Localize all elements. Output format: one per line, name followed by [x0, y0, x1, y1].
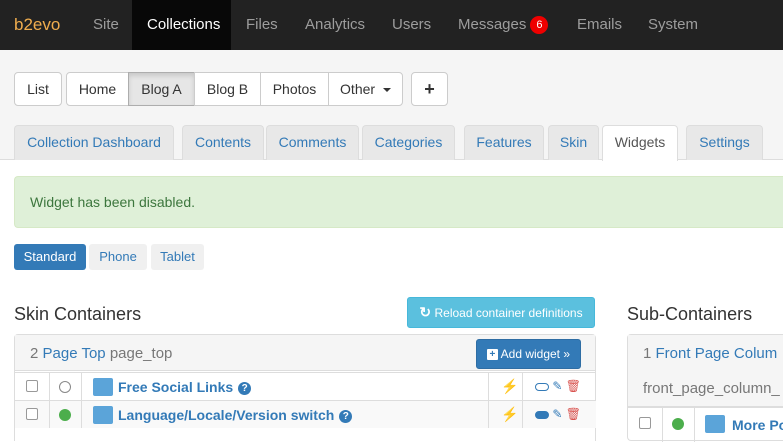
tab-skin[interactable]: Skin	[548, 125, 599, 160]
unread-messages-badge: 6	[530, 16, 549, 35]
widget-select-checkbox[interactable]	[26, 408, 38, 420]
nav-emails[interactable]: Emails	[562, 0, 637, 50]
widget-name-label: Free Social Links	[118, 379, 234, 395]
sub-container-code: front_page_column_	[643, 380, 780, 397]
toggle-on-icon[interactable]	[535, 410, 549, 419]
reload-container-definitions-button[interactable]: ↻ Reload container definitions	[407, 297, 595, 328]
widget-enabled-indicator	[59, 409, 71, 421]
tab-settings[interactable]: Settings	[686, 125, 763, 160]
mode-standard[interactable]: Standard	[14, 244, 86, 270]
add-widget-label: Add widget »	[500, 347, 571, 361]
collection-blog-a-button[interactable]: Blog A	[128, 72, 195, 106]
widget-enabled-indicator	[672, 418, 684, 430]
reload-label: Reload container definitions	[434, 306, 583, 320]
language-icon	[93, 406, 113, 424]
list-collections-button[interactable]: List	[14, 72, 62, 106]
sub-container-count: 1	[643, 345, 652, 362]
cache-bolt-icon[interactable]: ⚡	[501, 406, 518, 423]
nav-messages-label: Messages	[458, 16, 527, 33]
edit-icon[interactable]: ✎	[552, 407, 562, 421]
widget-name[interactable]: More Po	[732, 417, 783, 433]
help-icon[interactable]: ?	[238, 381, 252, 395]
collection-blog-b-button[interactable]: Blog B	[194, 72, 261, 106]
collection-home-button[interactable]: Home	[66, 72, 129, 106]
widget-select-checkbox[interactable]	[26, 380, 38, 392]
toggle-off-icon[interactable]	[535, 382, 549, 391]
edit-icon[interactable]: ✎	[552, 379, 562, 393]
nav-collections[interactable]: Collections	[132, 0, 231, 50]
b2evo-logo[interactable]: b2evo	[14, 15, 60, 35]
delete-icon[interactable]: 🗑	[566, 379, 581, 393]
widget-name-label: Language/Locale/Version switch	[118, 407, 335, 423]
container-title: 2 Page Top page_top	[30, 345, 172, 362]
nav-users[interactable]: Users	[377, 0, 446, 50]
container-code: page_top	[109, 345, 173, 362]
other-label: Other	[340, 81, 376, 97]
cache-bolt-icon[interactable]: ⚡	[501, 378, 518, 395]
collection-photos-button[interactable]: Photos	[260, 72, 329, 106]
mode-phone[interactable]: Phone	[89, 244, 147, 270]
nav-messages[interactable]: Messages 6	[443, 0, 563, 50]
widget-name[interactable]: Free Social Links?	[118, 379, 252, 395]
add-collection-button[interactable]: +	[411, 72, 448, 106]
tab-contents[interactable]: Contents	[182, 125, 264, 160]
sub-container-panel: 1 Front Page Colum front_page_column_ Mo…	[627, 334, 783, 442]
help-icon[interactable]: ?	[339, 409, 353, 423]
widget-select-checkbox[interactable]	[639, 417, 651, 429]
top-navbar: b2evo Site Collections Files Analytics U…	[0, 0, 783, 50]
sub-container-name-link[interactable]: Front Page Colum	[656, 345, 778, 362]
collection-other-dropdown[interactable]: Other	[328, 72, 403, 106]
tab-widgets[interactable]: Widgets	[602, 125, 678, 161]
widget-actions: ✎ 🗑	[535, 407, 581, 421]
social-links-icon	[93, 378, 113, 396]
sub-containers-heading: Sub-Containers	[627, 304, 753, 324]
caret-down-icon	[382, 88, 391, 93]
plus-square-icon: +	[486, 349, 498, 361]
add-widget-button[interactable]: + Add widget »	[476, 339, 581, 369]
refresh-icon: ↻	[419, 304, 432, 320]
tab-collection-dashboard[interactable]: Collection Dashboard	[14, 125, 174, 160]
widget-actions: ✎ 🗑	[535, 379, 581, 393]
widget-row: Language/Locale/Version switch? ⚡ ✎ 🗑	[15, 400, 596, 428]
delete-icon[interactable]: 🗑	[566, 407, 581, 421]
nav-files[interactable]: Files	[231, 0, 293, 50]
sub-container-title: 1 Front Page Colum	[643, 345, 777, 362]
tab-features[interactable]: Features	[464, 125, 544, 160]
list-icon	[705, 415, 725, 433]
tab-comments[interactable]: Comments	[266, 125, 359, 160]
container-name-link[interactable]: Page Top	[43, 345, 106, 362]
nav-site[interactable]: Site	[78, 0, 134, 50]
tab-categories[interactable]: Categories	[362, 125, 455, 160]
success-alert: Widget has been disabled.	[14, 176, 783, 228]
nav-analytics[interactable]: Analytics	[290, 0, 380, 50]
skin-containers-heading: Skin Containers	[14, 304, 142, 324]
widget-row: Free Social Links? ⚡ ✎ 🗑	[15, 372, 596, 400]
nav-system[interactable]: System	[633, 0, 713, 50]
widget-name[interactable]: Language/Locale/Version switch?	[118, 407, 353, 423]
widget-row: More Po	[628, 407, 783, 442]
widget-disabled-indicator	[59, 381, 71, 393]
mode-tablet[interactable]: Tablet	[151, 244, 204, 270]
container-count: 2	[30, 345, 39, 362]
